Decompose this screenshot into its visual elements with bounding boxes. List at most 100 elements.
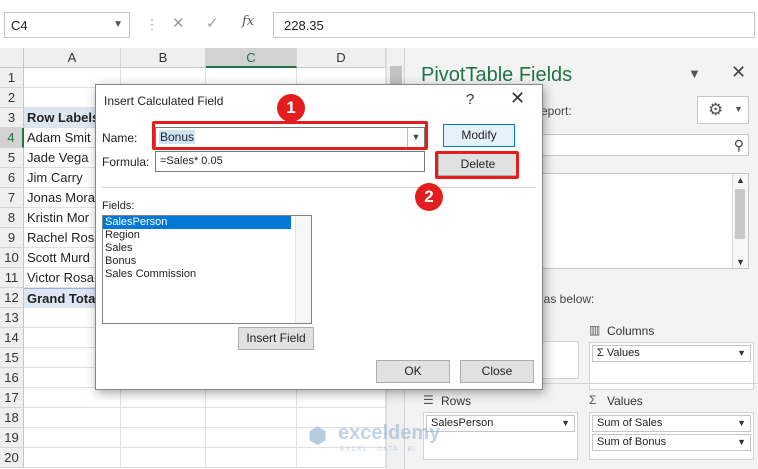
watermark: ⬢ exceldemy EXCEL · DATA · BI: [308, 421, 468, 457]
cell-a19[interactable]: [24, 428, 121, 448]
delete-button-highlight: [435, 151, 519, 179]
chevron-down-icon[interactable]: ▼: [688, 66, 701, 81]
close-button[interactable]: Close: [460, 360, 534, 383]
watermark-name: exceldemy: [338, 422, 441, 444]
cell-b17[interactable]: [121, 388, 206, 408]
columns-values-chip[interactable]: Σ Values ▼: [592, 345, 751, 362]
cell-d17[interactable]: [297, 388, 386, 408]
close-icon[interactable]: ✕: [731, 62, 746, 83]
row-header[interactable]: 1: [0, 68, 24, 88]
close-icon[interactable]: ✕: [510, 88, 525, 109]
field-list[interactable]: ▲ ▼: [535, 173, 749, 269]
modify-button[interactable]: Modify: [443, 124, 515, 147]
cell-c20[interactable]: [206, 448, 297, 468]
formula-bar: C4 ▼ ⋮ ✕ ✓ fx 228.35: [0, 0, 758, 52]
chevron-down-icon[interactable]: ▼: [113, 19, 123, 30]
values-area-well[interactable]: Sum of Sales ▼ Sum of Bonus ▼: [589, 412, 754, 460]
row-header[interactable]: 4: [0, 128, 24, 148]
fields-label: Fields:: [102, 200, 135, 212]
row-header[interactable]: 16: [0, 368, 24, 388]
enter-icon[interactable]: ✓: [206, 14, 219, 32]
field-item[interactable]: Region: [103, 229, 311, 242]
tools-button[interactable]: ⚙ ▼: [697, 96, 749, 124]
chevron-down-icon[interactable]: ▼: [561, 416, 570, 431]
insert-field-button[interactable]: Insert Field: [238, 327, 314, 350]
formula-field-value: =Sales* 0.05: [160, 155, 223, 167]
field-item[interactable]: Bonus: [103, 255, 311, 268]
formula-label: Formula:: [102, 155, 150, 169]
cell-a18[interactable]: [24, 408, 121, 428]
row-header[interactable]: 8: [0, 208, 24, 228]
fields-listbox[interactable]: SalesPerson Region Sales Bonus Sales Com…: [102, 215, 312, 324]
column-header-b[interactable]: B: [121, 48, 206, 68]
row-header[interactable]: 13: [0, 308, 24, 328]
cell-c19[interactable]: [206, 428, 297, 448]
help-icon[interactable]: ?: [466, 91, 474, 108]
chevron-down-icon[interactable]: ▼: [737, 416, 746, 431]
values-chip[interactable]: Sum of Bonus ▼: [592, 434, 751, 451]
field-item[interactable]: Sales Commission: [103, 268, 311, 281]
cell-c18[interactable]: [206, 408, 297, 428]
insert-function-button[interactable]: fx: [242, 14, 254, 29]
chevron-down-icon[interactable]: ▼: [737, 346, 746, 361]
chevron-down-icon: ▼: [734, 104, 743, 114]
name-box[interactable]: C4 ▼: [4, 12, 130, 38]
drag-fields-text: eas below:: [537, 292, 595, 306]
values-chip[interactable]: Sum of Sales ▼: [592, 415, 751, 432]
watermark-tagline: EXCEL · DATA · BI: [340, 446, 416, 453]
cell-c17[interactable]: [206, 388, 297, 408]
row-header[interactable]: 20: [0, 448, 24, 468]
cell-a20[interactable]: [24, 448, 121, 468]
row-header[interactable]: 15: [0, 348, 24, 368]
dialog-title: Insert Calculated Field: [104, 94, 224, 108]
row-header[interactable]: 3: [0, 108, 24, 128]
chevron-down-icon[interactable]: ▼: [737, 435, 746, 450]
columns-area-title: Columns: [607, 324, 655, 338]
column-header-a[interactable]: A: [24, 48, 121, 68]
cell-b20[interactable]: [121, 448, 206, 468]
field-item[interactable]: SalesPerson: [103, 216, 291, 229]
row-header[interactable]: 17: [0, 388, 24, 408]
step-2-badge: 2: [415, 183, 443, 211]
cancel-icon[interactable]: ✕: [172, 14, 185, 32]
chip-label: Values: [606, 347, 640, 359]
row-header[interactable]: 7: [0, 188, 24, 208]
row-header[interactable]: 9: [0, 228, 24, 248]
scroll-down-icon[interactable]: ▼: [736, 257, 745, 267]
formula-field[interactable]: =Sales* 0.05: [155, 151, 425, 172]
cell-b18[interactable]: [121, 408, 206, 428]
field-search-input[interactable]: ⚲: [535, 134, 749, 156]
ok-button[interactable]: OK: [376, 360, 450, 383]
cell-a17[interactable]: [24, 388, 121, 408]
row-header[interactable]: 6: [0, 168, 24, 188]
dialog-divider: [102, 187, 536, 188]
row-header[interactable]: 11: [0, 268, 24, 288]
row-header[interactable]: 2: [0, 88, 24, 108]
chip-label: Sum of Sales: [597, 417, 663, 429]
scrollbar-thumb[interactable]: [735, 189, 745, 239]
field-list-scrollbar[interactable]: ▲ ▼: [732, 174, 748, 268]
column-header-c[interactable]: C: [206, 48, 297, 68]
gear-icon: ⚙: [708, 100, 724, 119]
chip-label: Sum of Bonus: [597, 436, 667, 448]
watermark-logo-icon: ⬢: [308, 423, 328, 448]
row-header[interactable]: 19: [0, 428, 24, 448]
step-1-badge: 1: [277, 94, 305, 122]
row-header[interactable]: 18: [0, 408, 24, 428]
sigma-icon: Σ: [597, 347, 604, 359]
formula-input[interactable]: 228.35: [273, 12, 755, 38]
listbox-scrollbar[interactable]: [295, 216, 311, 323]
column-header-d[interactable]: D: [297, 48, 386, 68]
formula-value: 228.35: [284, 18, 324, 33]
cell-b19[interactable]: [121, 428, 206, 448]
scroll-up-icon[interactable]: ▲: [736, 175, 745, 185]
row-header[interactable]: 14: [0, 328, 24, 348]
drag-handle[interactable]: ⋮: [145, 16, 159, 33]
sigma-icon: Σ: [589, 393, 597, 407]
name-label: Name:: [102, 131, 138, 145]
row-header[interactable]: 5: [0, 148, 24, 168]
select-all-corner[interactable]: [0, 48, 24, 68]
field-item[interactable]: Sales: [103, 242, 311, 255]
row-header[interactable]: 10: [0, 248, 24, 268]
row-header[interactable]: 12: [0, 288, 24, 308]
